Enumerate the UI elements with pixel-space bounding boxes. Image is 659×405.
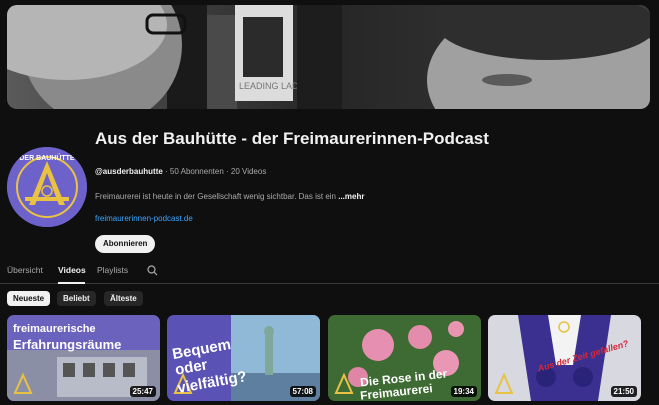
channel-stats: · 50 Abonnenten · 20 Videos xyxy=(165,167,267,176)
video-thumbnail[interactable]: Bequem oder vielfältig? 57:08 xyxy=(167,315,320,401)
filter-oldest[interactable]: Älteste xyxy=(104,291,143,306)
channel-handle: @ausderbauhutte xyxy=(95,167,163,176)
channel-tabs: Übersicht Videos Playlists xyxy=(0,259,659,284)
video-duration: 19:34 xyxy=(450,386,477,397)
video-duration: 25:47 xyxy=(129,386,156,397)
more-link[interactable]: ...mehr xyxy=(338,192,364,201)
channel-avatar[interactable]: DER BAUHÜTTE xyxy=(7,147,87,227)
video-thumbnail[interactable]: Die Rose in der Freimaurerei 19:34 xyxy=(328,315,481,401)
tab-videos[interactable]: Videos xyxy=(58,265,86,275)
channel-link[interactable]: freimaurerinnen-podcast.de xyxy=(95,214,193,223)
banner-image: LEADING LADIES xyxy=(7,5,650,109)
channel-description[interactable]: Freimaurerei ist heute in der Gesellscha… xyxy=(95,192,364,201)
tab-playlists[interactable]: Playlists xyxy=(97,265,128,275)
filter-newest[interactable]: Neueste xyxy=(7,291,51,306)
channel-title: Aus der Bauhütte - der Freimaurerinnen-P… xyxy=(95,129,489,148)
avatar-text: DER BAUHÜTTE xyxy=(19,153,75,162)
avatar-logo-icon: DER BAUHÜTTE xyxy=(7,147,87,227)
video-thumbnail[interactable]: Aus der Zeit gefallen? 21:50 xyxy=(488,315,641,401)
channel-meta: @ausderbauhutte · 50 Abonnenten · 20 Vid… xyxy=(95,167,266,176)
thumbnail-title-line1: freimaurerische xyxy=(13,323,96,335)
video-thumbnail[interactable]: freimaurerische Erfahrungsräume 25:47 xyxy=(7,315,160,401)
description-text: Freimaurerei ist heute in der Gesellscha… xyxy=(95,192,336,201)
tab-overview[interactable]: Übersicht xyxy=(7,265,43,275)
subscribe-button[interactable]: Abonnieren xyxy=(95,235,156,253)
channel-banner: LEADING LADIES xyxy=(7,5,650,109)
video-duration: 57:08 xyxy=(289,386,316,397)
thumbnail-title-line2: Erfahrungsräume xyxy=(13,337,122,352)
active-tab-indicator xyxy=(58,282,85,284)
search-icon[interactable] xyxy=(147,265,158,276)
video-duration: 21:50 xyxy=(610,386,637,397)
filter-popular[interactable]: Beliebt xyxy=(57,291,96,306)
